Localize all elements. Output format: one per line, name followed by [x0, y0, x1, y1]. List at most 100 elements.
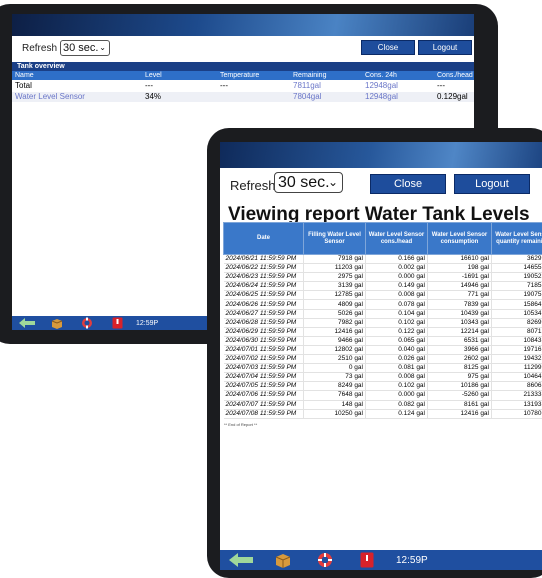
section-title: Tank overview: [12, 62, 474, 71]
date-cell: 2024/06/23 11:59:59 PM: [224, 273, 304, 282]
value-cell: 3966 gal: [428, 345, 492, 354]
package-icon[interactable]: [42, 316, 72, 330]
date-cell: 2024/07/05 11:59:59 PM: [224, 382, 304, 391]
row-conshead: 0.129gal: [437, 92, 468, 102]
refresh-interval-select[interactable]: 30 sec.⌄: [274, 172, 343, 193]
table-row: 2024/07/08 11:59:59 PM10250 gal0.124 gal…: [224, 409, 542, 418]
logout-button[interactable]: Logout: [454, 174, 530, 194]
close-button[interactable]: Close: [370, 174, 446, 194]
row-conshead: ---: [437, 81, 445, 91]
value-cell: 0.104 gal: [366, 309, 428, 318]
value-cell: 0.124 gal: [366, 409, 428, 418]
row-name: Total: [15, 81, 32, 91]
table-row: 2024/06/24 11:59:59 PM3139 gal0.149 gal1…: [224, 282, 542, 291]
value-cell: 14655 gal: [492, 264, 542, 273]
date-cell: 2024/06/27 11:59:59 PM: [224, 309, 304, 318]
row-cons24-link[interactable]: 12948gal: [365, 92, 398, 102]
clock: 12:59P: [396, 555, 428, 566]
power-icon[interactable]: [346, 550, 388, 570]
date-cell: 2024/06/25 11:59:59 PM: [224, 291, 304, 300]
close-button[interactable]: Close: [361, 40, 415, 55]
value-cell: 10439 gal: [428, 309, 492, 318]
value-cell: 10534 gal: [492, 309, 542, 318]
col-header: Date: [224, 223, 304, 255]
row-cons24-link[interactable]: 12948gal: [365, 81, 398, 91]
row-remaining-link[interactable]: 7811gal: [293, 81, 321, 91]
value-cell: 0.122 gal: [366, 327, 428, 336]
clock: 12:59P: [136, 320, 158, 327]
date-cell: 2024/06/24 11:59:59 PM: [224, 282, 304, 291]
value-cell: 771 gal: [428, 291, 492, 300]
value-cell: 3139 gal: [304, 282, 366, 291]
value-cell: 11203 gal: [304, 264, 366, 273]
row-remaining-link[interactable]: 7804gal: [293, 92, 321, 102]
header-banner: [220, 142, 542, 168]
value-cell: 7185 gal: [492, 282, 542, 291]
table-row: 2024/06/25 11:59:59 PM12785 gal0.008 gal…: [224, 291, 542, 300]
power-icon[interactable]: [102, 316, 132, 330]
value-cell: 10186 gal: [428, 382, 492, 391]
col-header: Water Level Sensor cons./head: [366, 223, 428, 255]
table-row: 2024/06/22 11:59:59 PM11203 gal0.002 gal…: [224, 264, 542, 273]
value-cell: 10343 gal: [428, 318, 492, 327]
value-cell: 0.008 gal: [366, 291, 428, 300]
value-cell: 0.008 gal: [366, 373, 428, 382]
package-icon[interactable]: [262, 550, 304, 570]
header-banner: [12, 14, 474, 36]
date-cell: 2024/07/04 11:59:59 PM: [224, 373, 304, 382]
value-cell: 10464 gal: [492, 373, 542, 382]
value-cell: 12214 gal: [428, 327, 492, 336]
row-level: 34%: [145, 92, 161, 102]
value-cell: 12802 gal: [304, 345, 366, 354]
col-header: Water Level Sensor consumption: [428, 223, 492, 255]
value-cell: 0.002 gal: [366, 264, 428, 273]
table-row: 2024/07/07 11:59:59 PM148 gal0.082 gal81…: [224, 400, 542, 409]
value-cell: 13193 gal: [492, 400, 542, 409]
lifebuoy-icon[interactable]: [304, 550, 346, 570]
col-header: Level: [145, 71, 162, 80]
sensor-link[interactable]: Water Level Sensor: [15, 92, 85, 102]
date-cell: 2024/07/06 11:59:59 PM: [224, 391, 304, 400]
value-cell: 0.081 gal: [366, 364, 428, 373]
value-cell: 2510 gal: [304, 355, 366, 364]
overview-header: Name Level Temperature Remaining Cons. 2…: [12, 71, 474, 80]
date-cell: 2024/06/28 11:59:59 PM: [224, 318, 304, 327]
back-arrow-icon[interactable]: [220, 550, 262, 570]
table-row: 2024/07/06 11:59:59 PM7648 gal0.000 gal-…: [224, 391, 542, 400]
value-cell: -1691 gal: [428, 273, 492, 282]
date-cell: 2024/07/08 11:59:59 PM: [224, 409, 304, 418]
chevron-down-icon: ⌄: [99, 41, 106, 55]
value-cell: 8606 gal: [492, 382, 542, 391]
value-cell: 12785 gal: [304, 291, 366, 300]
value-cell: 5026 gal: [304, 309, 366, 318]
date-cell: 2024/07/03 11:59:59 PM: [224, 364, 304, 373]
lifebuoy-icon[interactable]: [72, 316, 102, 330]
table-row: 2024/06/30 11:59:59 PM9466 gal0.065 gal6…: [224, 336, 542, 345]
value-cell: 15864 gal: [492, 300, 542, 309]
table-row: 2024/06/23 11:59:59 PM2975 gal0.000 gal-…: [224, 273, 542, 282]
value-cell: 0.040 gal: [366, 345, 428, 354]
table-row: 2024/07/04 11:59:59 PM73 gal0.008 gal975…: [224, 373, 542, 382]
value-cell: 0.026 gal: [366, 355, 428, 364]
value-cell: 7982 gal: [304, 318, 366, 327]
value-cell: 12416 gal: [304, 327, 366, 336]
toolbar: Refresh 30 sec.⌄ Close Logout: [220, 168, 542, 198]
table-body: 2024/06/21 11:59:59 PM7918 gal0.166 gal1…: [224, 255, 542, 419]
value-cell: 0.000 gal: [366, 273, 428, 282]
value-cell: 6531 gal: [428, 336, 492, 345]
logout-button[interactable]: Logout: [418, 40, 472, 55]
refresh-interval-select[interactable]: 30 sec.⌄: [60, 40, 110, 56]
col-header: Filling Water Level Sensor: [304, 223, 366, 255]
value-cell: 19432 gal: [492, 355, 542, 364]
table-row: 2024/07/03 11:59:59 PM0 gal0.081 gal8125…: [224, 364, 542, 373]
report-table: Date Filling Water Level Sensor Water Le…: [223, 222, 542, 419]
back-arrow-icon[interactable]: [12, 316, 42, 330]
toolbar: Refresh 30 sec.⌄ Close Logout: [18, 39, 468, 59]
value-cell: 2975 gal: [304, 273, 366, 282]
table-row: 2024/06/27 11:59:59 PM5026 gal0.104 gal1…: [224, 309, 542, 318]
value-cell: 19052 gal: [492, 273, 542, 282]
value-cell: 10250 gal: [304, 409, 366, 418]
value-cell: 7648 gal: [304, 391, 366, 400]
table-row: 2024/06/29 11:59:59 PM12416 gal0.122 gal…: [224, 327, 542, 336]
table-header-row: Date Filling Water Level Sensor Water Le…: [224, 223, 542, 255]
